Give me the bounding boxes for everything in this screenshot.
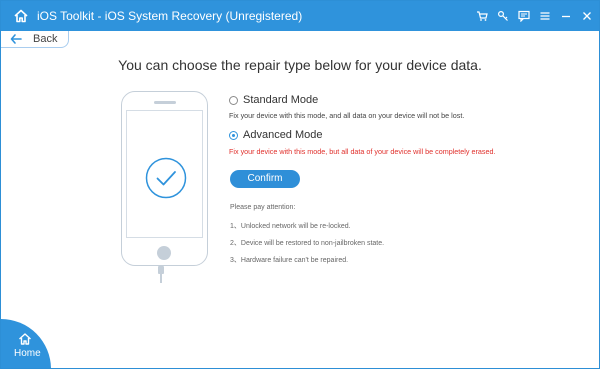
home-button[interactable]: Home [1, 319, 51, 368]
phone-speaker [154, 101, 176, 104]
page-heading: You can choose the repair type below for… [118, 57, 482, 73]
app-window: iOS Toolkit - iOS System Recovery (Unreg… [0, 0, 600, 369]
lightning-cable [158, 266, 164, 283]
home-icon [19, 333, 31, 345]
attention-item: 2、Device will be restored to non-jailbro… [230, 240, 385, 247]
confirm-button[interactable]: Confirm [230, 170, 300, 188]
phone-screen [126, 110, 203, 238]
minimize-icon[interactable] [560, 10, 572, 22]
close-icon[interactable] [581, 10, 593, 22]
window-controls [476, 9, 593, 23]
cart-icon[interactable] [476, 10, 488, 22]
advanced-mode-radio[interactable] [229, 131, 238, 140]
attention-item: 3、Hardware failure can't be repaired. [230, 257, 349, 264]
standard-mode-radio[interactable] [229, 96, 238, 105]
back-arrow-icon [10, 34, 22, 44]
check-circle-icon [145, 157, 187, 199]
window-title: iOS Toolkit - iOS System Recovery (Unreg… [37, 9, 303, 23]
attention-item: 1、Unlocked network will be re-locked. [230, 223, 351, 230]
key-icon[interactable] [497, 10, 509, 22]
phone-illustration [121, 91, 208, 266]
standard-mode-label: Standard Mode [243, 94, 319, 106]
back-label: Back [33, 33, 58, 45]
phone-home-button [157, 246, 171, 260]
home-label: Home [14, 348, 41, 359]
feedback-icon[interactable] [518, 10, 530, 22]
title-bar: iOS Toolkit - iOS System Recovery (Unreg… [1, 1, 599, 31]
advanced-mode-description: Fix your device with this mode, but all … [229, 147, 496, 156]
standard-mode-description: Fix your device with this mode, and all … [229, 111, 465, 120]
attention-title: Please pay attention: [230, 204, 296, 211]
home-icon[interactable] [13, 8, 29, 24]
menu-icon[interactable] [539, 10, 551, 22]
back-button[interactable]: Back [1, 31, 69, 48]
advanced-mode-label: Advanced Mode [243, 129, 323, 141]
